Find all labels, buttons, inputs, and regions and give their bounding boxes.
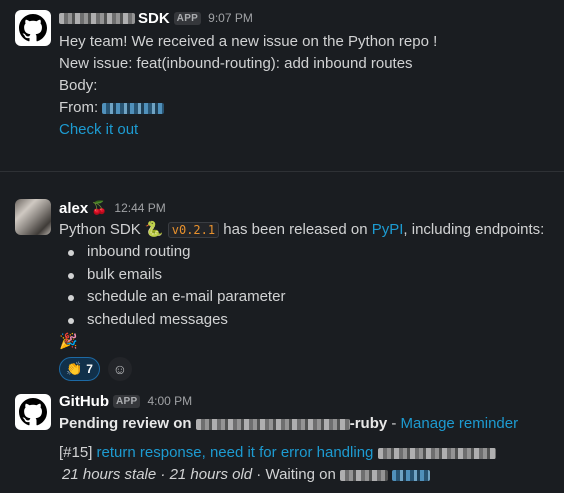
party-line: 🎉 — [59, 331, 554, 353]
github-avatar[interactable] — [15, 10, 51, 46]
release-text: has been released on — [223, 221, 368, 238]
add-emoji-icon: ☺ — [112, 361, 128, 377]
redacted-reviewer-link[interactable] — [392, 469, 431, 481]
user-avatar[interactable] — [15, 199, 51, 235]
stale-text: 21 hours stale — [62, 466, 157, 483]
list-item: schedule an e-mail parameter — [59, 286, 554, 309]
dot-separator: · — [252, 466, 266, 483]
sender-name[interactable]: alex — [59, 200, 88, 217]
message-line: Hey team! We received a new issue on the… — [59, 33, 438, 50]
release-line: Python SDK 🐍 v0.2.1 has been released on… — [59, 219, 554, 241]
version-code: v0.2.1 — [167, 222, 220, 238]
message-header: GitHub APP 4:00 PM — [59, 391, 554, 411]
redacted-repo-name — [195, 418, 350, 430]
message-header: alex 🍒 12:44 PM — [59, 198, 554, 218]
dot-separator: · — [156, 466, 170, 483]
redacted-reviewer — [339, 469, 388, 481]
check-it-out-link[interactable]: Check it out — [59, 121, 138, 138]
check-it-out-line: Check it out — [59, 119, 554, 141]
timestamp[interactable]: 4:00 PM — [147, 394, 192, 408]
pr-line: [#15] return response, need it for error… — [59, 442, 554, 464]
pypi-link[interactable]: PyPI — [372, 221, 404, 238]
message-header: SDK APP 9:07 PM — [59, 8, 554, 28]
message-line: New issue: feat(inbound-routing): add in… — [59, 55, 413, 72]
add-reaction-button[interactable]: ☺ — [107, 357, 132, 381]
reactions-bar: 👏 7 ☺ — [59, 357, 554, 381]
app-badge: APP — [113, 394, 141, 408]
github-icon — [19, 14, 47, 42]
pending-review-line: Pending review on -ruby - Manage reminde… — [59, 413, 554, 435]
from-label: From: — [59, 99, 99, 116]
waiting-text: Waiting on — [265, 466, 336, 483]
app-badge: APP — [173, 11, 202, 25]
release-text: Python SDK — [59, 221, 141, 238]
release-text: , including endpoints: — [403, 221, 545, 238]
sender-name[interactable]: GitHub — [59, 393, 109, 410]
pending-label: Pending review on — [59, 415, 192, 432]
snake-icon: 🐍 — [144, 221, 164, 238]
clap-icon: 👏 — [66, 361, 83, 376]
redacted-name — [59, 12, 135, 24]
from-line: From: — [59, 97, 554, 119]
list-item: bulk emails — [59, 264, 554, 287]
timestamp[interactable]: 12:44 PM — [114, 201, 165, 215]
pr-title-link[interactable]: return response, need it for error handl… — [97, 444, 374, 461]
message-divider — [0, 171, 564, 172]
age-text: 21 hours old — [169, 466, 253, 483]
repo-suffix: -ruby — [349, 415, 388, 432]
list-item: scheduled messages — [59, 309, 554, 332]
separator: - — [387, 415, 401, 432]
redacted-author-link[interactable] — [102, 102, 165, 114]
party-popper-icon: 🎉 — [59, 333, 78, 350]
github-icon — [19, 398, 47, 426]
timestamp[interactable]: 9:07 PM — [208, 11, 253, 25]
redacted-pr-author — [377, 447, 496, 459]
sender-name[interactable]: SDK — [138, 10, 170, 27]
message-line: Body: — [59, 77, 98, 94]
pr-number: [#15] — [59, 444, 93, 461]
pr-meta-line: 21 hours stale · 21 hours old · Waiting … — [59, 464, 554, 486]
manage-reminder-link[interactable]: Manage reminder — [401, 415, 519, 432]
list-item: inbound routing — [59, 241, 554, 264]
cherry-status-icon: 🍒 — [91, 200, 108, 215]
clap-reaction[interactable]: 👏 7 — [59, 357, 100, 381]
github-avatar[interactable] — [15, 394, 51, 430]
reaction-count: 7 — [86, 362, 93, 376]
endpoint-list: inbound routing bulk emails schedule an … — [59, 241, 554, 331]
